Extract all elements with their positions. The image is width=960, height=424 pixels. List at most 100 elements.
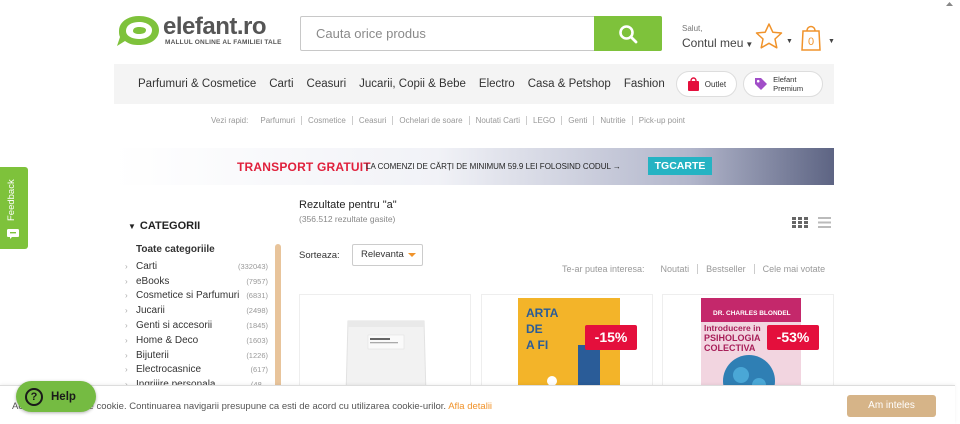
main-nav: Parfumuri & Cosmetice Carti Ceasuri Juca… <box>114 64 834 104</box>
category-name: Cosmetice si Parfumuri <box>136 290 240 302</box>
category-name: Home & Deco <box>136 334 199 346</box>
category-count: (6831) <box>246 291 268 301</box>
quick-links-label: Vezi rapid: <box>211 115 249 125</box>
category-item[interactable]: › Home & Deco (1603) <box>125 333 268 348</box>
nav-item-carti[interactable]: Carti <box>269 78 293 90</box>
chevron-down-icon <box>408 253 416 257</box>
premium-label: Elefant Premium <box>773 75 803 93</box>
interest-label: Te-ar putea interesa: <box>562 264 645 274</box>
interest-option-votate[interactable]: Cele mai votate <box>763 264 834 274</box>
help-label: Help <box>51 390 76 403</box>
grid-view-icon[interactable] <box>791 216 809 229</box>
chevron-right-icon: › <box>125 276 128 286</box>
site-logo[interactable]: elefant.ro MALLUL ONLINE AL FAMILIEI TAL… <box>113 13 283 48</box>
quick-link[interactable]: Nutritie <box>593 115 631 125</box>
search-button[interactable] <box>594 16 662 51</box>
triangle-down-icon: ▼ <box>128 222 136 231</box>
feedback-tab[interactable]: Feedback <box>0 167 28 249</box>
list-view-icon[interactable] <box>818 217 831 228</box>
category-item[interactable]: › eBooks (7957) <box>125 274 268 289</box>
chevron-right-icon: › <box>125 306 128 316</box>
category-item[interactable]: › Jucarii (2498) <box>125 303 268 318</box>
chevron-right-icon: › <box>125 321 128 331</box>
sort-dropdown[interactable]: Relevanta <box>352 244 423 266</box>
cover-title-line: A FI <box>526 338 548 352</box>
logo-wordmark: elefant.ro <box>163 13 267 40</box>
category-name: Electrocasnice <box>136 364 202 376</box>
cart-button[interactable]: 0 ▼ <box>799 22 839 52</box>
quick-link[interactable]: Cosmetice <box>301 115 352 125</box>
cookie-accept-button[interactable]: Am inteles <box>847 395 936 417</box>
banner-headline: TRANSPORT GRATUIT <box>237 160 371 174</box>
account-label: Contul meu <box>682 36 744 50</box>
discount-badge: -53% <box>767 325 819 350</box>
category-count: (2498) <box>246 306 268 316</box>
nav-item-ceasuri[interactable]: Ceasuri <box>307 78 347 90</box>
search-icon <box>619 24 638 43</box>
category-name: Bijuterii <box>136 349 169 361</box>
account-menu[interactable]: Salut, Contul meu ▼ <box>682 24 753 50</box>
chat-icon <box>7 229 19 239</box>
help-button[interactable]: ? Help <box>16 381 96 412</box>
tag-icon <box>754 77 768 91</box>
nav-item-jucarii[interactable]: Jucarii, Copii & Bebe <box>359 78 466 90</box>
star-icon <box>755 23 783 49</box>
nav-item-electro[interactable]: Electro <box>479 78 515 90</box>
category-item[interactable]: › Bijuterii (1226) <box>125 348 268 363</box>
category-item[interactable]: › Carti (332043) <box>125 259 268 274</box>
feedback-label: Feedback <box>6 179 17 221</box>
interest-option-bestseller[interactable]: Bestseller <box>706 264 755 274</box>
banner-subtext: LA COMENZI DE CĂRȚI DE MINIMUM 59.9 LEI … <box>366 162 621 171</box>
nav-item-casa-petshop[interactable]: Casa & Petshop <box>528 78 611 90</box>
chevron-right-icon: › <box>125 335 128 345</box>
category-name: eBooks <box>136 275 170 287</box>
quick-link[interactable]: Parfumuri <box>260 116 301 125</box>
outlet-label: Outlet <box>704 79 727 89</box>
interest-option-noutati[interactable]: Noutati <box>661 264 699 274</box>
quick-links: Vezi rapid: Parfumuri Cosmetice Ceasuri … <box>211 114 691 126</box>
categories-heading-label: CATEGORII <box>139 220 201 232</box>
site-header: elefant.ro MALLUL ONLINE AL FAMILIEI TAL… <box>0 0 960 64</box>
cart-count: 0 <box>807 36 815 48</box>
nav-item-parfumuri[interactable]: Parfumuri & Cosmetice <box>138 78 256 90</box>
quick-link[interactable]: Noutati Carti <box>468 115 526 125</box>
banner-promo-code: TGCARTE <box>648 157 712 175</box>
category-count: (1845) <box>246 321 268 331</box>
categories-heading[interactable]: ▼ CATEGORII <box>128 220 200 232</box>
all-categories-link[interactable]: Toate categoriile <box>136 244 215 255</box>
category-item[interactable]: › Genti si accesorii (1845) <box>125 318 268 333</box>
chevron-down-icon: ▼ <box>745 40 754 49</box>
category-name: Jucarii <box>136 305 165 317</box>
category-count: (7957) <box>246 276 268 286</box>
results-count: (356.512 rezultate gasite) <box>299 214 396 224</box>
chevron-right-icon: › <box>125 365 128 375</box>
category-item[interactable]: › Cosmetice si Parfumuri (6831) <box>125 289 268 304</box>
category-count: (1603) <box>246 335 268 345</box>
search-input[interactable] <box>301 17 594 50</box>
category-item[interactable]: › Electrocasnice (617) <box>125 363 268 378</box>
nav-item-fashion[interactable]: Fashion <box>624 78 665 90</box>
promo-banner[interactable]: TRANSPORT GRATUIT LA COMENZI DE CĂRȚI DE… <box>114 148 834 185</box>
category-name: Carti <box>136 260 158 272</box>
cover-title-line: COLECTIVA <box>704 343 756 353</box>
outlet-button[interactable]: Outlet <box>675 71 738 97</box>
category-name: Genti si accesorii <box>136 320 213 332</box>
quick-link[interactable]: LEGO <box>526 115 561 125</box>
product-card[interactable] <box>299 294 471 394</box>
cover-title-line: ARTA <box>526 306 559 320</box>
cover-author: DR. CHARLES BLONDEL <box>713 310 791 317</box>
quick-link[interactable]: Genti <box>561 115 593 125</box>
quick-link[interactable]: Ochelari de soare <box>392 115 468 125</box>
cookie-details-link[interactable]: Afla detalii <box>448 401 492 412</box>
premium-button[interactable]: Elefant Premium <box>743 71 824 97</box>
category-count: (332043) <box>237 261 268 271</box>
cover-title-line: DE <box>526 322 543 336</box>
quick-link[interactable]: Pick-up point <box>631 115 691 125</box>
cover-title-line: Introducere in <box>704 323 761 333</box>
wishlist-button[interactable]: ▼ <box>754 22 794 52</box>
quick-link[interactable]: Ceasuri <box>351 115 393 125</box>
category-scrollbar[interactable] <box>275 244 281 389</box>
sort-value: Relevanta <box>361 249 404 260</box>
category-count: (617) <box>250 365 268 375</box>
page-scrollbar[interactable] <box>945 0 954 424</box>
